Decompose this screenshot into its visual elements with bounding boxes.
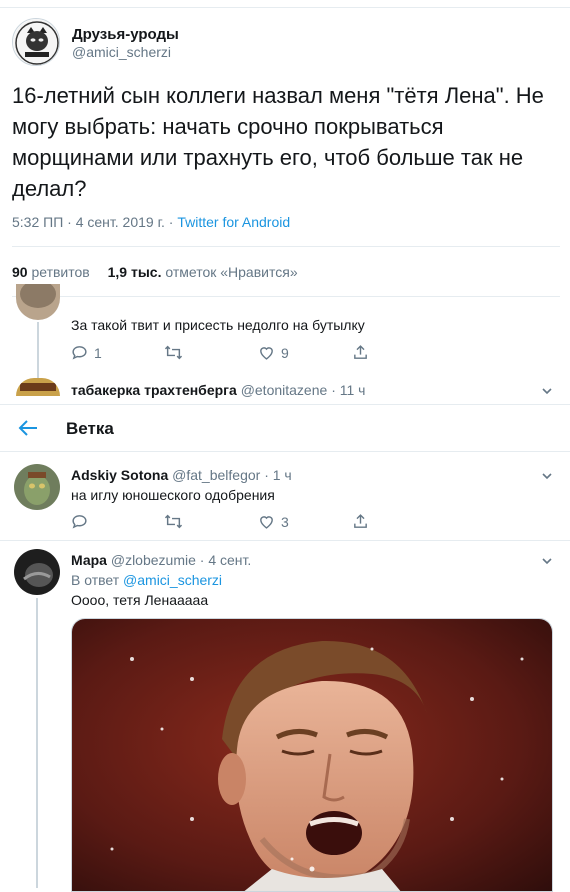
reply3-header: Adskiy Sotona @fat_belfegor · 1 ч bbox=[71, 467, 292, 483]
meta-separator: · bbox=[67, 214, 72, 230]
reply1-avatar[interactable] bbox=[16, 284, 60, 320]
reply4-text: Оооо, тетя Ленааааа bbox=[71, 592, 209, 608]
chevron-down-icon[interactable] bbox=[540, 554, 554, 568]
retweets-stat[interactable]: 90 ретвитов bbox=[12, 264, 94, 280]
reply1-reply-count: 1 bbox=[94, 344, 102, 361]
reply4-handle[interactable]: @zlobezumie bbox=[111, 552, 196, 568]
reply3-avatar[interactable] bbox=[14, 464, 60, 510]
top-divider bbox=[0, 0, 570, 8]
thread-line bbox=[37, 322, 39, 378]
retweets-count: 90 bbox=[12, 264, 28, 280]
reply4-in-reply-to: В ответ @amici_scherzi bbox=[71, 572, 222, 588]
share-icon bbox=[354, 514, 367, 528]
tweet-time[interactable]: 5:32 ПП bbox=[12, 214, 63, 230]
divider bbox=[12, 246, 560, 247]
reply4-avatar[interactable] bbox=[14, 549, 60, 595]
reply3-name[interactable]: Adskiy Sotona bbox=[71, 467, 168, 483]
reply3-retweet-button[interactable] bbox=[164, 513, 183, 530]
back-arrow-icon[interactable] bbox=[18, 419, 38, 437]
meta-separator: · bbox=[168, 214, 174, 230]
author-display-name[interactable]: Друзья-уроды bbox=[72, 26, 179, 43]
tweet-meta: 5:32 ПП · 4 сент. 2019 г. · Twitter for … bbox=[12, 214, 290, 230]
in-reply-prefix: В ответ bbox=[71, 572, 120, 588]
reply1-reply-button[interactable]: 1 bbox=[71, 344, 102, 361]
retweets-label: ретвитов bbox=[31, 264, 90, 280]
reply3-like-count: 3 bbox=[281, 513, 289, 530]
stats-row: 90 ретвитов 1,9 тыс. отметок «Нравится» bbox=[12, 264, 298, 280]
reply2-handle[interactable]: @etonitazene bbox=[241, 382, 328, 398]
tweet-date[interactable]: 4 сент. 2019 г. bbox=[76, 214, 165, 230]
author-avatar[interactable] bbox=[12, 18, 60, 66]
reply4-media-gif[interactable] bbox=[71, 618, 553, 892]
thread-line bbox=[36, 598, 38, 888]
in-reply-handle[interactable]: @amici_scherzi bbox=[123, 572, 222, 588]
author-handle[interactable]: @amici_scherzi bbox=[72, 44, 171, 60]
thread-header: Ветка bbox=[0, 404, 570, 452]
tweet-source[interactable]: Twitter for Android bbox=[177, 214, 290, 230]
share-icon bbox=[354, 345, 367, 359]
likes-label: отметок «Нравится» bbox=[165, 264, 298, 280]
reply4-time[interactable]: · 4 сент. bbox=[200, 552, 252, 568]
reply3-text: на иглу юношеского одобрения bbox=[71, 487, 275, 503]
chevron-down-icon[interactable] bbox=[540, 469, 554, 483]
retweet-icon bbox=[164, 345, 183, 360]
reply1-retweet-button[interactable] bbox=[164, 344, 183, 361]
likes-stat[interactable]: 1,9 тыс. отметок «Нравится» bbox=[108, 264, 298, 280]
reply2-avatar[interactable] bbox=[16, 378, 60, 396]
reply3-handle[interactable]: @fat_belfegor bbox=[172, 467, 260, 483]
chevron-down-icon[interactable] bbox=[540, 384, 554, 398]
heart-icon bbox=[260, 347, 273, 360]
reply3-reply-button[interactable] bbox=[71, 513, 88, 530]
retweet-icon bbox=[164, 514, 183, 529]
reply3-time[interactable]: · 1 ч bbox=[264, 467, 292, 483]
reply1-text: За такой твит и присесть недолго на буты… bbox=[71, 317, 365, 333]
heart-icon bbox=[260, 516, 273, 529]
reply3-like-button[interactable]: 3 bbox=[258, 513, 289, 530]
divider bbox=[0, 540, 570, 541]
likes-count: 1,9 тыс. bbox=[107, 264, 162, 280]
reply3-share-button[interactable] bbox=[352, 513, 369, 530]
tweet-text: 16-летний сын коллеги назвал меня "тётя … bbox=[12, 83, 544, 201]
reply4-header: Мара @zlobezumie · 4 сент. bbox=[71, 552, 251, 568]
thread-title: Ветка bbox=[66, 419, 114, 438]
reply2-name[interactable]: табакерка трахтенберга bbox=[71, 382, 237, 398]
reply-icon bbox=[72, 515, 87, 529]
reply1-like-button[interactable]: 9 bbox=[258, 344, 289, 361]
reply2-header: табакерка трахтенберга @etonitazene · 11… bbox=[71, 382, 365, 398]
reply-icon bbox=[72, 346, 87, 360]
reply4-name[interactable]: Мара bbox=[71, 552, 107, 568]
reply1-like-count: 9 bbox=[281, 344, 289, 361]
reply2-time[interactable]: · 11 ч bbox=[331, 382, 365, 398]
divider bbox=[12, 296, 560, 297]
reply1-share-button[interactable] bbox=[352, 344, 369, 361]
